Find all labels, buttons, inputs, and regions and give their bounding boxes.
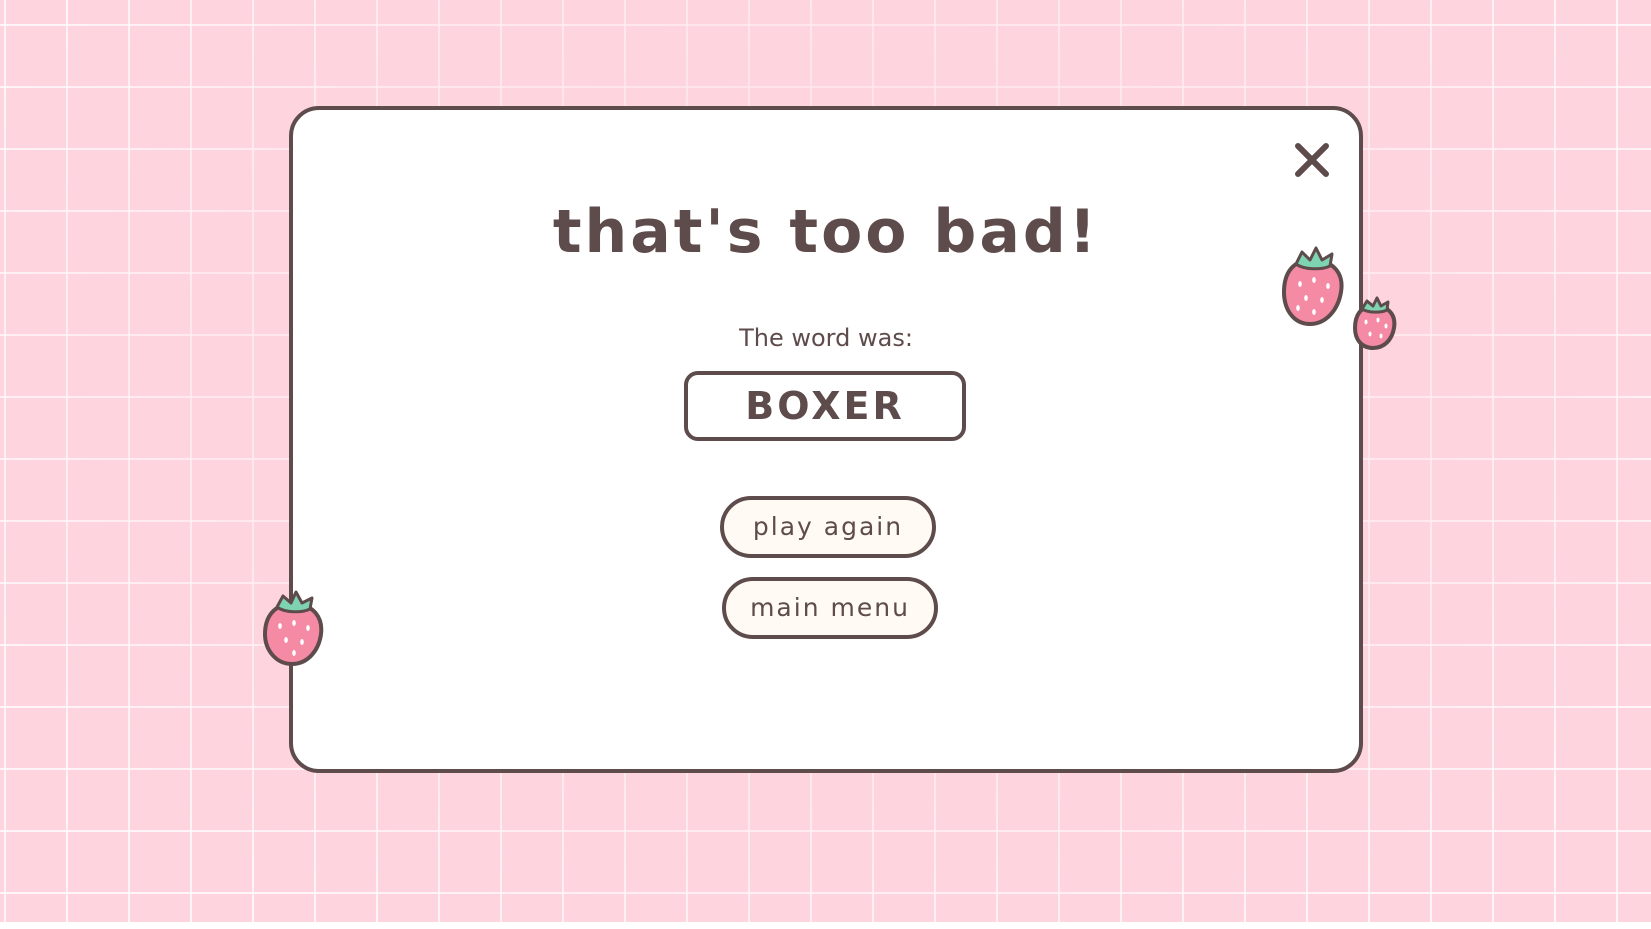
answer-word-box: BOXER (684, 371, 966, 441)
strawberry-icon (1281, 246, 1344, 327)
play-again-button[interactable]: play again (720, 496, 936, 558)
answer-word: BOXER (745, 384, 905, 428)
main-menu-button[interactable]: main menu (722, 577, 938, 639)
close-button[interactable] (1290, 138, 1334, 182)
word-label: The word was: (739, 324, 913, 352)
strawberry-icon (1352, 296, 1397, 351)
dialog-title: that's too bad! (552, 197, 1100, 267)
close-icon (1295, 143, 1329, 177)
bottom-edge (0, 922, 1651, 929)
strawberry-icon (262, 590, 324, 667)
